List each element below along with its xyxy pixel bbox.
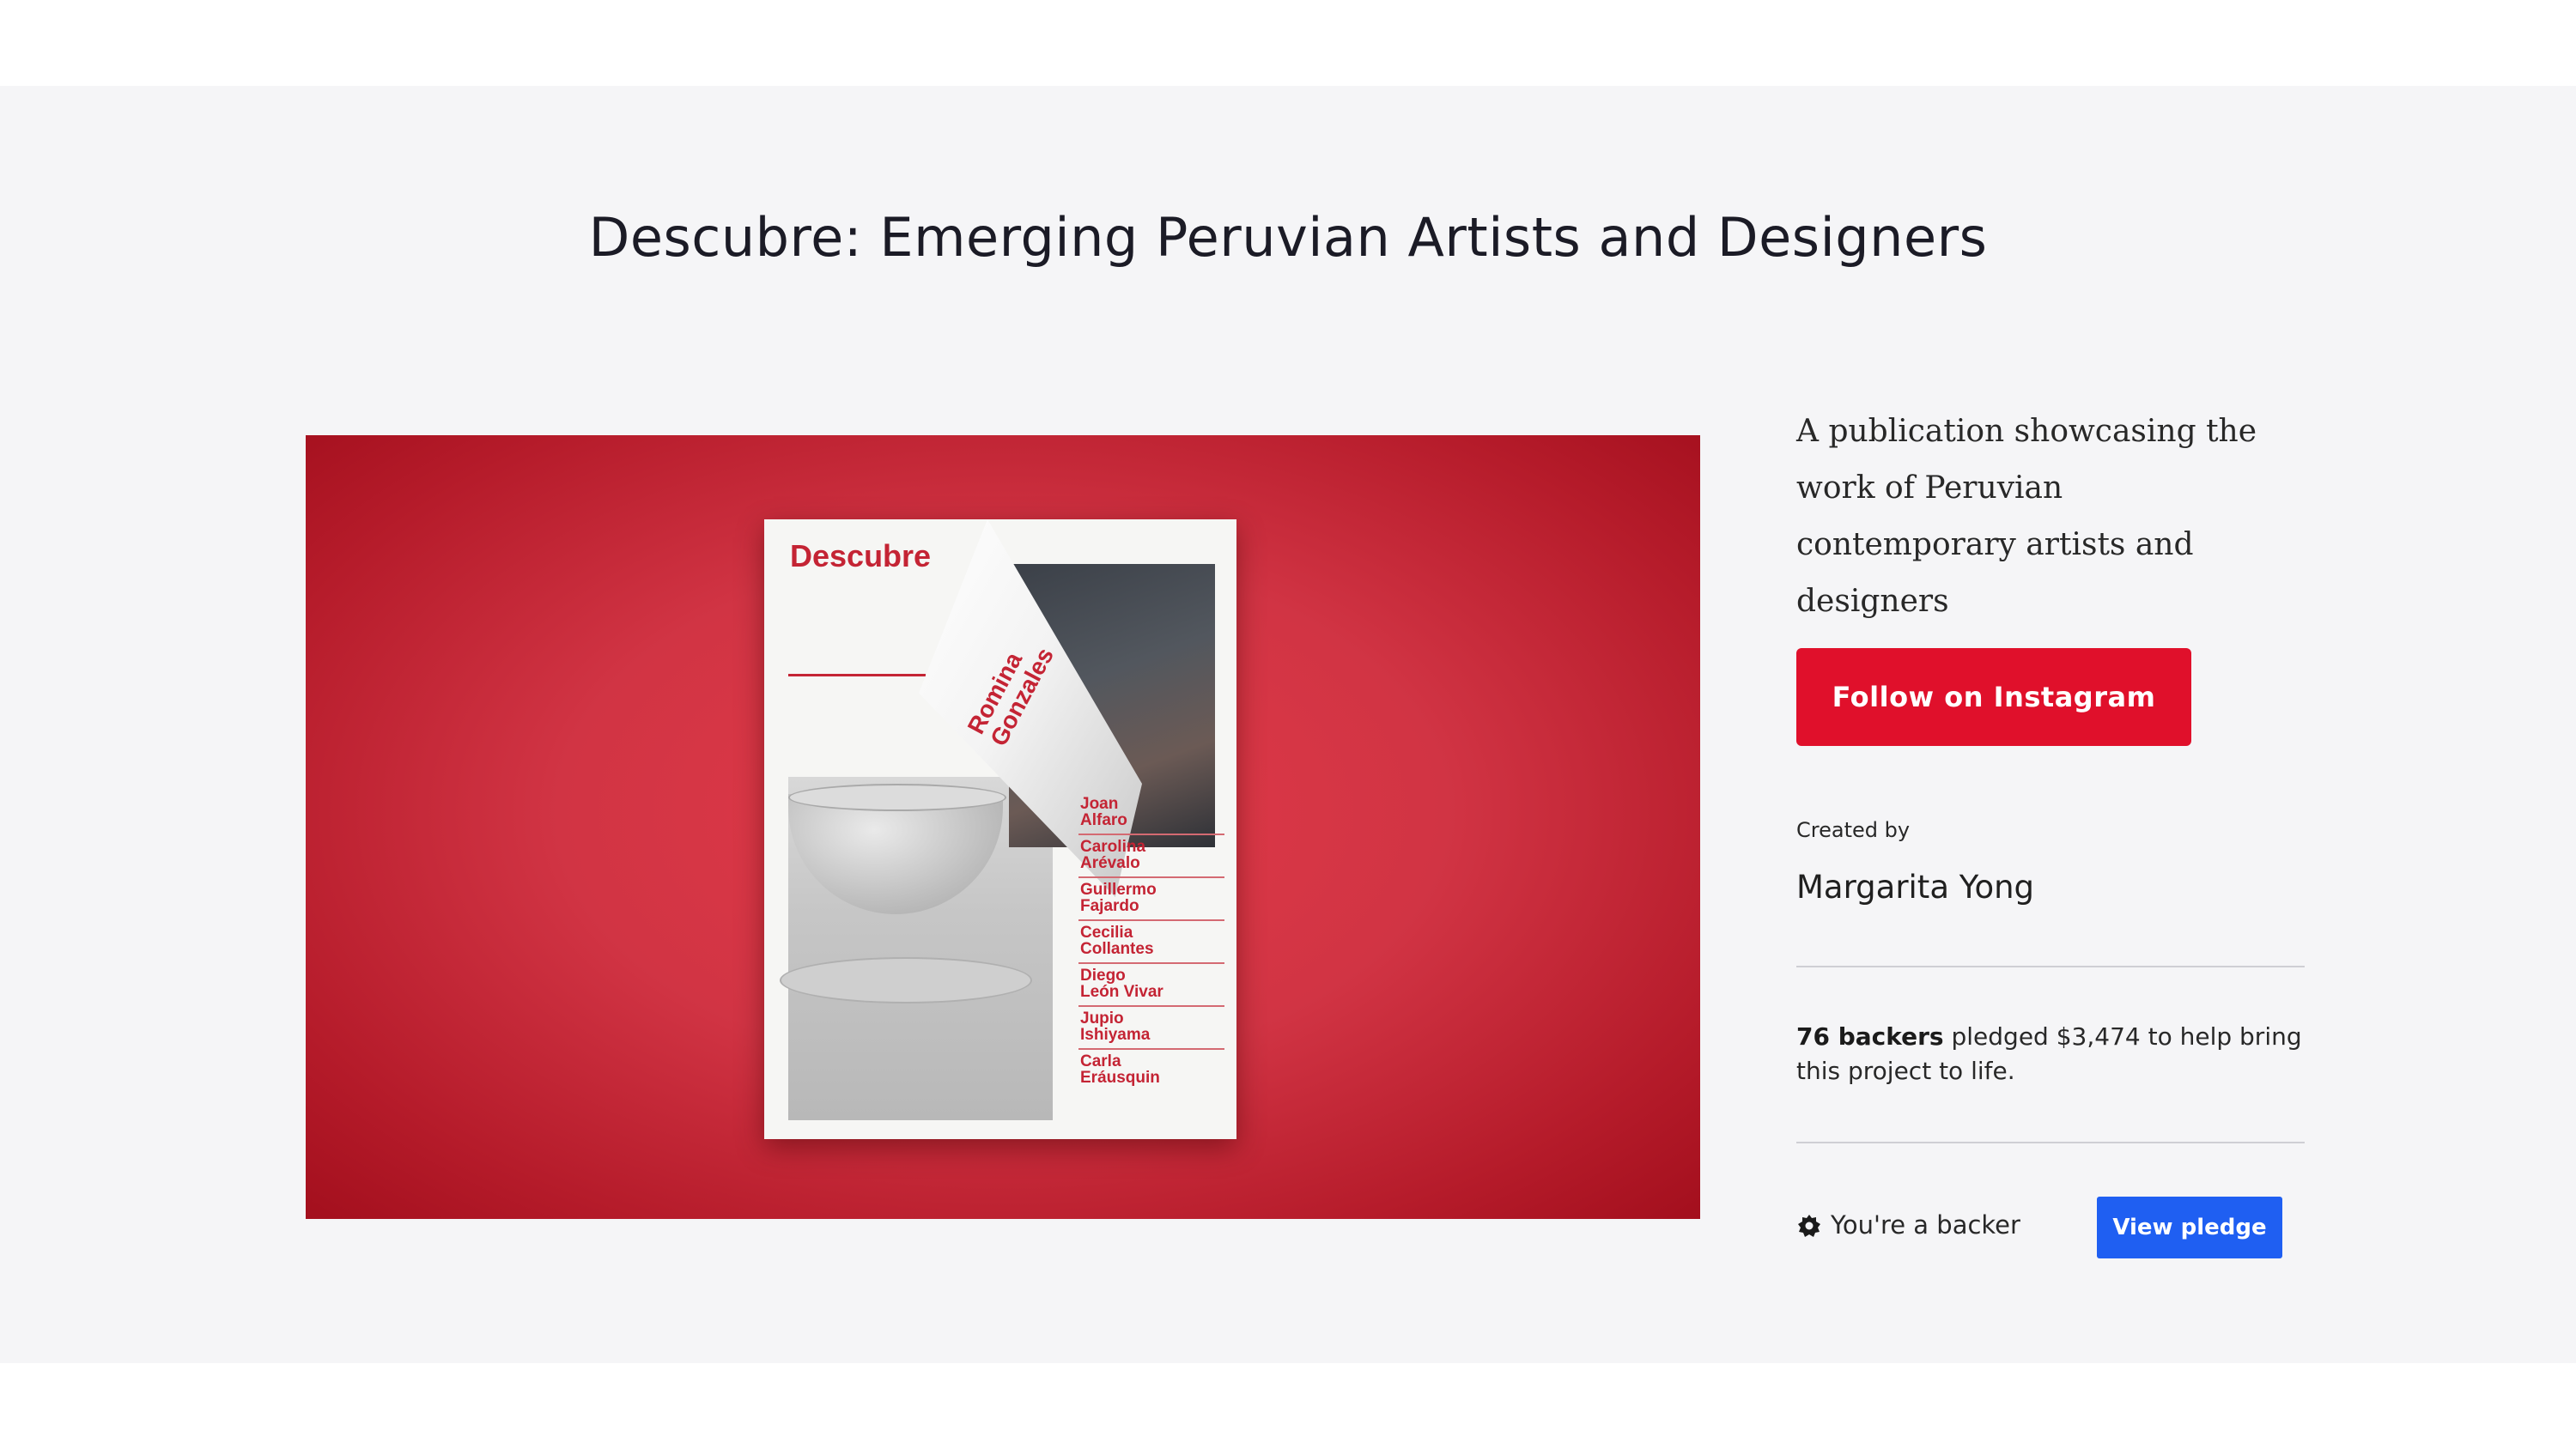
artist-name: Guillermo Fajardo [1078,878,1224,921]
bowl-rim-shape [788,784,1006,811]
artist-name: Carla Eráusquin [1080,1052,1160,1087]
artist-name: Cecilia Collantes [1078,921,1224,964]
view-pledge-button[interactable]: View pledge [2097,1197,2282,1258]
created-by-label: Created by [1796,818,1911,842]
divider [1796,966,2305,967]
magazine-title: Descubre [790,538,932,573]
project-title: Descubre: Emerging Peruvian Artists and … [588,206,1988,269]
plate-shape [780,957,1032,1003]
artist-name: Jupio Ishiyama [1078,1007,1224,1050]
artist-name: Carolina Arévalo [1078,835,1224,878]
magazine-cover: Descubre Romina Gonzales Joan Alfaro Car… [764,519,1236,1139]
artist-name-list: Joan Alfaro Carolina Arévalo Guillermo F… [1078,792,1224,1091]
bowl-shape [788,794,1003,914]
backers-count: 76 backers [1796,1022,1944,1051]
project-description: A publication showcasing the work of Per… [1796,414,2257,619]
backer-status-text: You're a backer [1831,1210,2020,1240]
backer-status: You're a backer [1798,1210,2020,1240]
artist-name: Joan Alfaro [1078,792,1224,835]
artist-name: Diego León Vivar [1078,964,1224,1007]
backers-summary: 76 backers pledged $3,474 to help bring … [1796,1020,2312,1088]
project-hero-image[interactable]: Descubre Romina Gonzales Joan Alfaro Car… [306,435,1700,1219]
magazine-rule [788,674,926,676]
badge-icon [1798,1214,1820,1237]
follow-instagram-button[interactable]: Follow on Instagram [1796,648,2191,746]
divider [1796,1142,2305,1143]
creator-name[interactable]: Margarita Yong [1796,869,2034,906]
